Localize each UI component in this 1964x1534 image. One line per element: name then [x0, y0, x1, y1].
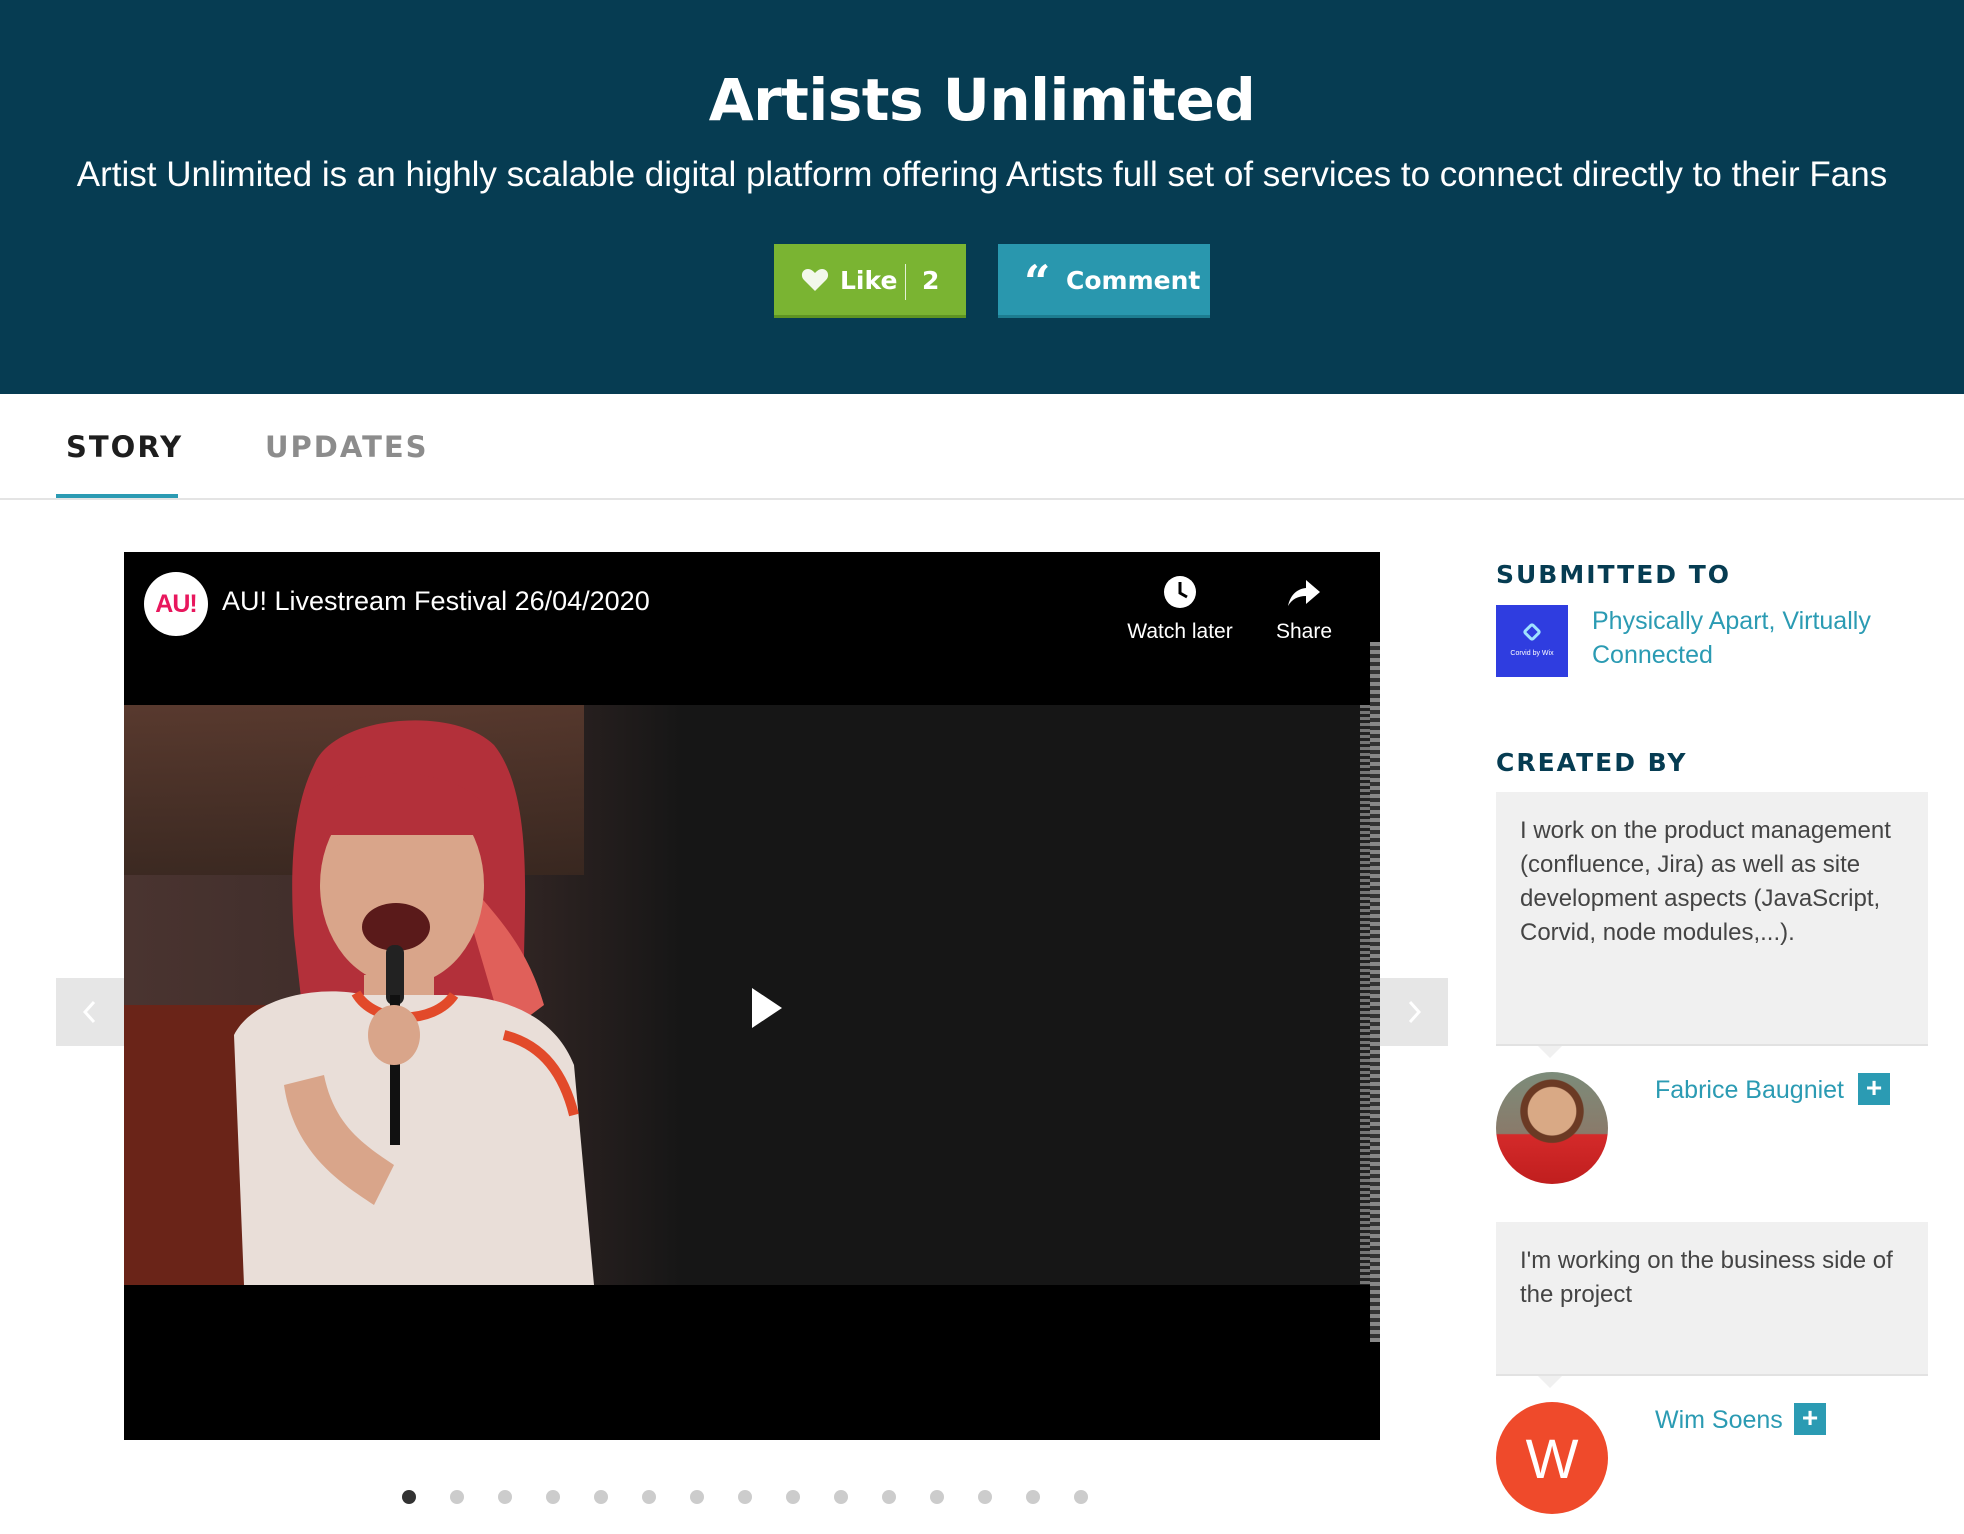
- comment-label: Comment: [1066, 266, 1201, 295]
- follow-button[interactable]: +: [1794, 1403, 1826, 1435]
- creator-bio: I work on the product management (conflu…: [1496, 792, 1928, 1058]
- creator-bio-text: I work on the product management (conflu…: [1520, 817, 1891, 946]
- carousel-dot[interactable]: [738, 1490, 752, 1504]
- follow-button[interactable]: +: [1858, 1073, 1890, 1105]
- chevron-left-icon: [82, 1000, 96, 1024]
- carousel-dot[interactable]: [978, 1490, 992, 1504]
- carousel-dot[interactable]: [546, 1490, 560, 1504]
- share-label: Share: [1275, 620, 1333, 643]
- comment-button[interactable]: “ Comment: [998, 244, 1210, 318]
- share-button[interactable]: Share: [1260, 574, 1348, 644]
- carousel-dot[interactable]: [786, 1490, 800, 1504]
- project-hero: Artists Unlimited Artist Unlimited is an…: [0, 0, 1964, 394]
- carousel-dot[interactable]: [882, 1490, 896, 1504]
- performer-image: [234, 720, 594, 1285]
- channel-logo[interactable]: AU!: [144, 572, 208, 636]
- creator-bio-text: I'm working on the business side of the …: [1520, 1247, 1893, 1308]
- active-tab-indicator: [56, 494, 178, 498]
- avatar[interactable]: [1496, 1072, 1608, 1184]
- quote-icon: “: [1024, 255, 1051, 309]
- creator-name[interactable]: Fabrice Baugniet: [1655, 1076, 1844, 1105]
- share-arrow-icon: [1288, 580, 1320, 606]
- carousel-dot[interactable]: [450, 1490, 464, 1504]
- creator-bio: I'm working on the business side of the …: [1496, 1222, 1928, 1388]
- like-button[interactable]: Like 2: [774, 244, 966, 318]
- submitted-to-heading: SUBMITTED TO: [1496, 560, 1732, 589]
- like-divider: [905, 264, 906, 300]
- project-title: Artists Unlimited: [708, 66, 1256, 134]
- carousel-dot[interactable]: [594, 1490, 608, 1504]
- carousel-next-button[interactable]: [1380, 978, 1448, 1046]
- watch-later-label: Watch later: [1127, 620, 1233, 643]
- created-by-heading: CREATED BY: [1496, 748, 1688, 777]
- video-embed[interactable]: AU! AU! Livestream Festival 26/04/2020 W…: [124, 552, 1380, 1440]
- challenge-link[interactable]: Physically Apart, Virtually Connected: [1592, 604, 1912, 672]
- carousel-dot[interactable]: [402, 1490, 416, 1504]
- creator-name[interactable]: Wim Soens: [1655, 1406, 1783, 1435]
- carousel-dot[interactable]: [834, 1490, 848, 1504]
- carousel-dot[interactable]: [498, 1490, 512, 1504]
- carousel-dot[interactable]: [930, 1490, 944, 1504]
- avatar[interactable]: W: [1496, 1402, 1608, 1514]
- challenge-logo[interactable]: Corvid by Wix: [1496, 605, 1568, 677]
- corvid-logo-icon: [1522, 622, 1542, 642]
- like-count: 2: [922, 266, 940, 295]
- challenge-logo-text: Corvid by Wix: [1510, 650, 1554, 657]
- watch-later-button[interactable]: Watch later: [1116, 574, 1244, 644]
- clock-icon: [1164, 576, 1196, 608]
- like-label: Like: [840, 266, 898, 295]
- chevron-right-icon: [1408, 1000, 1422, 1024]
- carousel-prev-button[interactable]: [56, 978, 124, 1046]
- tab-story[interactable]: STORY: [66, 430, 183, 464]
- carousel-dot[interactable]: [690, 1490, 704, 1504]
- heart-icon: [801, 269, 829, 291]
- tab-bar: STORY UPDATES: [0, 394, 1964, 500]
- video-title[interactable]: AU! Livestream Festival 26/04/2020: [222, 586, 650, 617]
- carousel-dot[interactable]: [1026, 1490, 1040, 1504]
- carousel-dot[interactable]: [642, 1490, 656, 1504]
- play-icon[interactable]: [736, 978, 796, 1038]
- carousel-dot[interactable]: [1074, 1490, 1088, 1504]
- tab-updates[interactable]: UPDATES: [265, 430, 429, 464]
- project-tagline: Artist Unlimited is an highly scalable d…: [76, 155, 1888, 194]
